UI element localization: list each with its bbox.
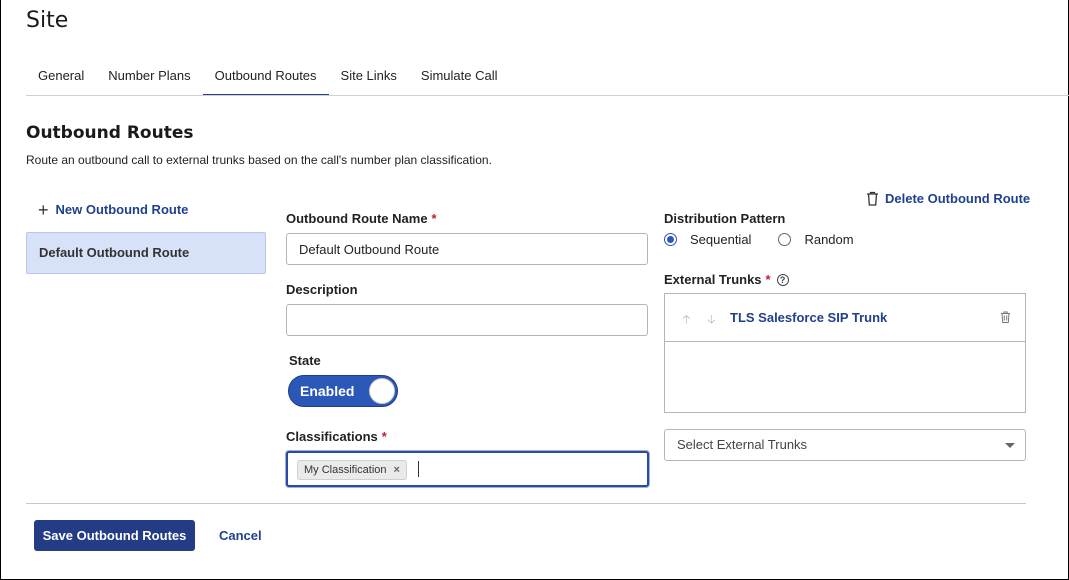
external-trunks-select[interactable]: Select External Trunks [664, 429, 1026, 461]
list-item: 🡡 🡣 TLS Salesforce SIP Trunk [665, 294, 1025, 342]
trunk-delete-icon[interactable] [1000, 310, 1011, 328]
classifications-label: Classifications * [286, 429, 387, 444]
move-up-icon[interactable]: 🡡 [682, 310, 691, 331]
page-title: Site [26, 8, 69, 33]
new-outbound-route-button[interactable]: + New Outbound Route [38, 199, 189, 220]
plus-icon: + [38, 199, 49, 220]
help-icon[interactable]: ? [776, 274, 789, 286]
required-marker: * [765, 272, 771, 287]
tab-general[interactable]: General [26, 58, 96, 96]
state-label: State [289, 353, 321, 368]
trunk-name-link[interactable]: TLS Salesforce SIP Trunk [730, 310, 887, 325]
description-input[interactable] [286, 304, 648, 336]
text-caret [418, 461, 419, 477]
move-down-icon[interactable]: 🡣 [707, 310, 716, 331]
required-marker: * [381, 429, 387, 444]
save-outbound-routes-button[interactable]: Save Outbound Routes [34, 520, 195, 551]
toggle-knob [369, 378, 395, 404]
section-title: Outbound Routes [26, 123, 194, 143]
radio-sequential[interactable] [664, 233, 677, 246]
description-label: Description [286, 282, 358, 297]
radio-sequential-label: Sequential [690, 232, 752, 247]
tab-number-plans[interactable]: Number Plans [96, 58, 202, 96]
delete-outbound-route-button[interactable]: Delete Outbound Route [866, 191, 1030, 206]
tab-bar: General Number Plans Outbound Routes Sit… [26, 58, 510, 96]
required-marker: * [431, 211, 437, 226]
tab-outbound-routes[interactable]: Outbound Routes [202, 58, 329, 96]
classification-chip-label: My Classification [304, 464, 387, 476]
tabs-divider [26, 95, 1069, 96]
distribution-pattern-label: Distribution Pattern [664, 211, 786, 226]
cancel-button[interactable]: Cancel [219, 528, 262, 543]
classifications-input[interactable]: My Classification × [286, 451, 649, 487]
remove-chip-icon[interactable]: × [394, 461, 400, 479]
new-outbound-route-label: New Outbound Route [55, 202, 189, 217]
state-toggle-label: Enabled [300, 383, 355, 399]
trash-icon [867, 191, 878, 206]
external-trunks-label-text: External Trunks [664, 272, 762, 287]
tab-simulate-call[interactable]: Simulate Call [409, 58, 510, 96]
chevron-down-icon [1005, 443, 1015, 448]
distribution-pattern-options: Sequential Random [664, 232, 854, 247]
section-description: Route an outbound call to external trunk… [26, 153, 492, 167]
radio-random[interactable] [778, 233, 792, 246]
classifications-label-text: Classifications [286, 429, 378, 444]
external-trunks-label: External Trunks *? [664, 272, 789, 287]
external-trunks-list: 🡡 🡣 TLS Salesforce SIP Trunk [664, 293, 1026, 413]
delete-outbound-route-label: Delete Outbound Route [885, 191, 1031, 206]
tab-site-links[interactable]: Site Links [329, 58, 409, 96]
radio-random-label: Random [804, 232, 854, 247]
external-trunks-select-placeholder: Select External Trunks [677, 437, 808, 452]
state-toggle[interactable]: Enabled [288, 375, 398, 407]
route-list-item[interactable]: Default Outbound Route [26, 232, 266, 274]
classification-chip: My Classification × [297, 460, 407, 480]
route-name-label: Outbound Route Name * [286, 211, 437, 226]
route-name-input[interactable] [286, 233, 648, 265]
footer-divider [26, 503, 1026, 504]
route-name-label-text: Outbound Route Name [286, 211, 428, 226]
